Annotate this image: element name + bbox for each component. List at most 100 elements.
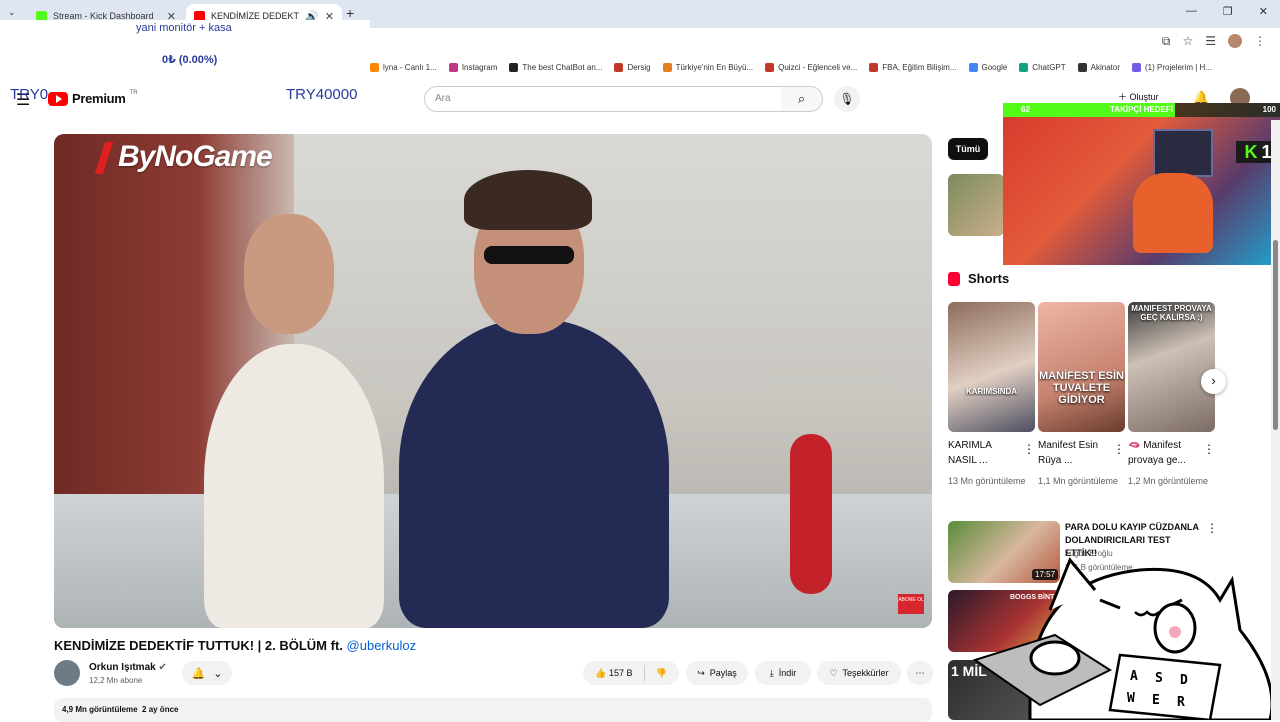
bookmark-item[interactable]: Instagram — [448, 62, 497, 72]
bookmark-item[interactable]: ChatGPT — [1019, 62, 1066, 72]
more-options-icon[interactable]: ⋮ — [1113, 442, 1125, 456]
goal-progress-text: 0₺ (0.00%) — [162, 54, 218, 66]
more-options-icon[interactable]: ⋮ — [1023, 442, 1035, 456]
short-caption: MANİFEST ESİN TUVALETE GİDİYOR — [1039, 370, 1124, 406]
subscriber-count: 12,2 Mn abone — [89, 676, 143, 685]
short-thumbnail[interactable]: KARIMSINDA — [948, 302, 1035, 432]
short-thumbnail[interactable]: MANİFEST ESİN TUVALETE GİDİYOR — [1038, 302, 1125, 432]
video-person-left-head — [244, 214, 334, 334]
video-person-right-sunglasses — [484, 246, 574, 264]
fba-icon — [869, 62, 879, 72]
bookmark-favicon-icon — [370, 62, 379, 72]
bookmark-favicon-icon — [1132, 62, 1141, 72]
chevron-down-icon: ⌄ — [213, 667, 223, 680]
bookmark-item[interactable]: FBA, Eğitim Bilişim... — [869, 62, 957, 72]
keyboard-key: D — [1180, 673, 1188, 688]
bookmark-item[interactable]: Google — [968, 62, 1007, 72]
tab-search-icon[interactable]: ⌄ — [8, 7, 16, 18]
bookmark-item[interactable]: Quizci - Eğlenceli ve... — [765, 62, 857, 72]
short-views: 13 Mn görüntüleme — [948, 476, 1026, 486]
dislike-icon[interactable]: 👎 — [656, 668, 667, 679]
short-views: 1,1 Mn görüntüleme — [1038, 476, 1119, 486]
window-controls: — ❐ ✕ — [1186, 5, 1268, 18]
bookmark-item[interactable]: The best ChatBot an... — [509, 62, 602, 72]
shorts-next-button[interactable]: › — [1201, 369, 1226, 394]
cast-icon[interactable]: ⧉ — [1162, 34, 1171, 49]
instagram-icon — [448, 62, 458, 72]
video-person-right — [399, 319, 669, 628]
subscription-bell-button[interactable]: 🔔 ⌄ — [182, 661, 232, 685]
donation-amount-left: TRY0 — [10, 86, 49, 103]
webcam-shelf — [1153, 129, 1213, 177]
short-item[interactable]: MANİFEST ESİN TUVALETE GİDİYOR Manifest … — [1038, 302, 1125, 489]
like-button[interactable]: 👍 157 B — [595, 668, 632, 679]
profile-avatar[interactable] — [1228, 34, 1242, 48]
chip-all[interactable]: Tümü — [948, 138, 988, 160]
share-button[interactable]: ↪ Paylaş — [686, 661, 748, 685]
logo-text: Premium — [72, 91, 126, 106]
new-tab-button[interactable]: + — [346, 5, 354, 21]
toolbar-icons: ⧉ ☆ ☰ ⋮ — [1162, 34, 1266, 49]
channel-name[interactable]: Orkun Işıtmak ✔ — [89, 662, 167, 673]
chatbot-icon — [509, 62, 519, 72]
dersig-icon — [614, 62, 624, 72]
more-options-icon[interactable]: ⋮ — [1203, 442, 1215, 456]
short-title[interactable]: Manifest Esin Rüya ... — [1038, 438, 1125, 468]
bookmark-item[interactable]: Dersig — [614, 62, 651, 72]
thanks-button[interactable]: ♡ Teşekkürler — [817, 661, 901, 685]
restore-icon[interactable]: ❐ — [1223, 5, 1233, 18]
bell-icon: 🔔 — [191, 667, 206, 680]
search-button[interactable]: ⌕ — [781, 86, 823, 112]
bookmark-item[interactable]: (1) Projelerim | H... — [1132, 62, 1212, 72]
close-window-icon[interactable]: ✕ — [1259, 5, 1268, 18]
goal-description: yani monitör + kasa — [136, 22, 232, 34]
subscribe-watermark-button[interactable]: ABONE OL — [898, 594, 924, 614]
page-scrollbar[interactable] — [1271, 120, 1280, 720]
video-person-right-hair — [464, 170, 592, 230]
bookmark-star-icon[interactable]: ☆ — [1182, 34, 1193, 49]
akinator-icon — [1077, 62, 1087, 72]
donation-amount-right: TRY40000 — [286, 86, 358, 103]
bookmark-item[interactable]: Türkiye'nin En Büyü... — [662, 62, 753, 72]
cat-paw-left — [1029, 640, 1081, 676]
short-thumbnail[interactable]: MANIFEST PROVAYA GEÇ KALIRSA :) — [1128, 302, 1215, 432]
goal-title: TAKİPÇİ HEDEFİ — [1110, 105, 1173, 114]
channel-avatar[interactable] — [54, 660, 80, 686]
tab-list-icon[interactable]: ☰ — [1205, 34, 1216, 49]
country-code: TR — [129, 89, 138, 96]
short-title[interactable]: 🫦 Manifest provaya ge... — [1128, 438, 1215, 468]
keyboard-key: E — [1152, 693, 1160, 708]
download-button[interactable]: ⤓ İndir — [755, 661, 811, 685]
description-box[interactable]: 4,9 Mn görüntüleme 2 ay önce — [54, 698, 932, 722]
voice-search-button[interactable]: 🎙 — [834, 86, 860, 112]
shorts-heading: Shorts — [948, 271, 1009, 286]
more-options-icon[interactable]: ⋮ — [1206, 521, 1218, 535]
short-views: 1,2 Mn görüntüleme — [1128, 476, 1209, 486]
youtube-logo[interactable]: Premium TR — [48, 89, 138, 106]
title-mention-link[interactable]: @uberkuloz — [347, 638, 417, 653]
verified-icon: ✔ — [158, 662, 167, 673]
browser-menu-icon[interactable]: ⋮ — [1254, 34, 1266, 49]
channel-watermark: ByNoGame — [94, 140, 273, 175]
chatgpt-icon — [1019, 62, 1029, 72]
create-button[interactable]: ＋ Oluştur — [1118, 90, 1159, 103]
minimize-icon[interactable]: — — [1186, 5, 1197, 18]
shorts-icon — [948, 271, 960, 286]
quizci-icon — [765, 62, 775, 72]
keyboard-key: R — [1177, 695, 1185, 710]
scrollbar-thumb[interactable] — [1273, 240, 1278, 430]
keyboard-key: W — [1127, 691, 1135, 706]
paw-bean-icon — [1169, 626, 1181, 638]
bookmark-favicon-icon — [662, 62, 672, 72]
download-icon: ⤓ — [769, 667, 774, 678]
video-player[interactable]: ByNoGame ABONE OL — [54, 134, 932, 628]
short-item[interactable]: MANIFEST PROVAYA GEÇ KALIRSA :) 🫦 Manife… — [1128, 302, 1215, 489]
more-actions-button[interactable]: ⋯ — [907, 661, 933, 685]
bookmark-item[interactable]: Akinator — [1077, 62, 1120, 72]
video-thumbnail[interactable] — [948, 174, 1004, 236]
bookmark-item[interactable]: lyna - Canlı 1... — [370, 62, 437, 72]
short-title[interactable]: KARIMLA NASIL ... — [948, 438, 1035, 468]
short-item[interactable]: KARIMSINDA KARIMLA NASIL ... 13 Mn görün… — [948, 302, 1035, 489]
bongo-cat-overlay: A S D W E R — [972, 557, 1274, 720]
search-input[interactable]: Ara — [424, 86, 782, 112]
